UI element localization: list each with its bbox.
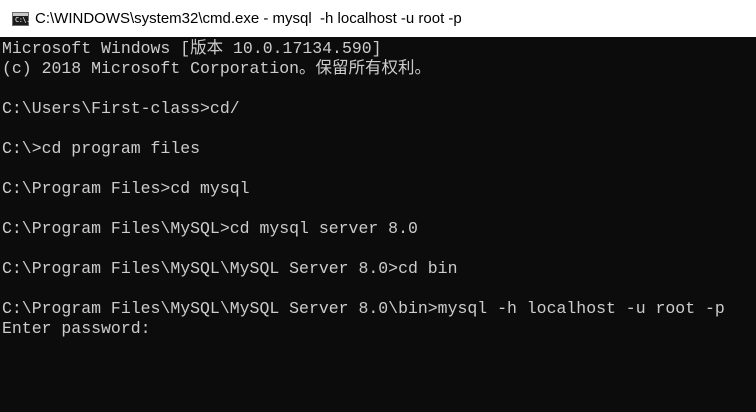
console-line: C:\Program Files\MySQL>cd mysql server 8…	[2, 219, 418, 238]
console-line: (c) 2018 Microsoft Corporation。保留所有权利。	[2, 59, 432, 78]
cmd-icon: C:\.	[12, 11, 30, 26]
console-line: C:\Program Files>cd mysql	[2, 179, 250, 198]
title-bar[interactable]: C:\. C:\WINDOWS\system32\cmd.exe - mysql…	[0, 0, 756, 37]
console-line: Microsoft Windows [版本 10.0.17134.590]	[2, 39, 382, 58]
cmd-window: C:\. C:\WINDOWS\system32\cmd.exe - mysql…	[0, 0, 756, 412]
cmd-icon-glyph: C:\.	[15, 15, 30, 24]
console-line: C:\Program Files\MySQL\MySQL Server 8.0\…	[2, 299, 725, 318]
console-line: C:\Users\First-class>cd/	[2, 99, 240, 118]
password-prompt[interactable]: Enter password:	[2, 319, 756, 339]
console-line: C:\Program Files\MySQL\MySQL Server 8.0>…	[2, 259, 458, 278]
console-line: C:\>cd program files	[2, 139, 201, 158]
console-output[interactable]: Microsoft Windows [版本 10.0.17134.590] (c…	[0, 37, 756, 412]
window-title: C:\WINDOWS\system32\cmd.exe - mysql -h l…	[35, 10, 462, 27]
